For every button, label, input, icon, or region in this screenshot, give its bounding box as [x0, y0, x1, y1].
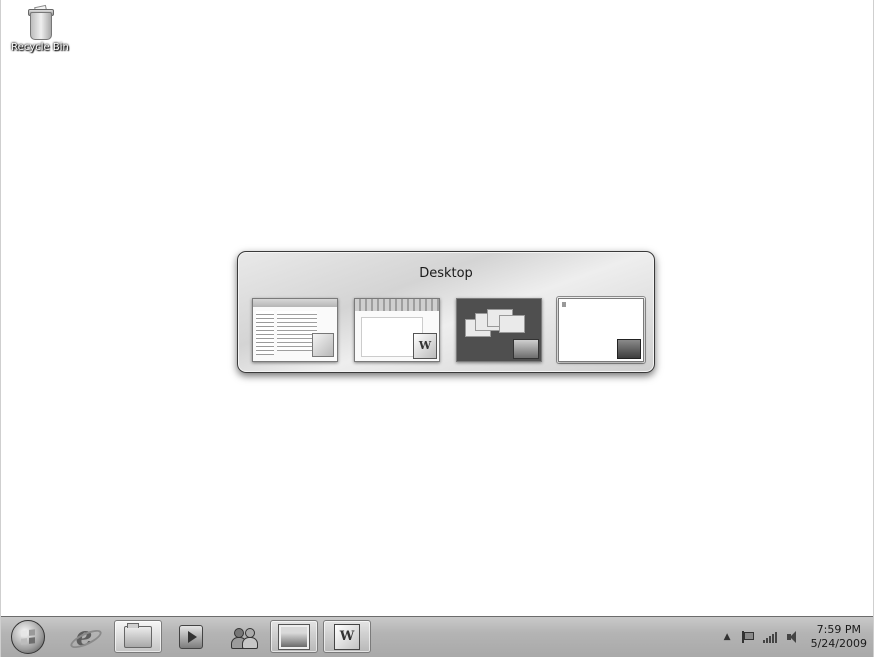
- word-window-icon: W: [354, 298, 440, 362]
- switcher-item-desktop[interactable]: [556, 296, 646, 364]
- switcher-item-explorer[interactable]: [250, 296, 340, 364]
- recycle-bin-icon: [26, 4, 54, 40]
- folder-icon: [124, 622, 152, 648]
- alt-tab-switcher: Desktop W: [237, 251, 655, 373]
- taskbar-button-word[interactable]: W: [323, 620, 371, 653]
- desktop-icon-label: Recycle Bin: [11, 42, 69, 53]
- photo-icon: [278, 623, 310, 650]
- taskbar-button-photo-gallery[interactable]: [270, 620, 318, 653]
- taskbar-button-media-player[interactable]: [167, 620, 215, 653]
- system-tray: ▲ 7:59 PM 5/24/2009: [724, 617, 867, 657]
- desktop-icon: [558, 298, 644, 362]
- clock-time: 7:59 PM: [816, 623, 861, 636]
- taskbar-button-internet-explorer[interactable]: e: [60, 620, 108, 653]
- show-hidden-icons-icon[interactable]: ▲: [724, 632, 731, 642]
- desktop[interactable]: Recycle Bin Desktop W e W ▲ 7:59 PM 5/24…: [0, 0, 874, 657]
- explorer-window-icon: [252, 298, 338, 362]
- clock-date: 5/24/2009: [810, 637, 867, 650]
- switcher-title: Desktop: [419, 266, 473, 281]
- people-icon: [231, 626, 258, 649]
- windows-logo-icon: [21, 629, 35, 645]
- clock[interactable]: 7:59 PM 5/24/2009: [811, 623, 867, 651]
- switcher-item-flip[interactable]: [454, 296, 544, 364]
- taskbar-button-messenger[interactable]: [220, 620, 268, 653]
- network-signal-icon[interactable]: [762, 631, 777, 643]
- start-button[interactable]: [11, 620, 45, 654]
- switcher-item-word[interactable]: W: [352, 296, 442, 364]
- taskbar-button-windows-explorer[interactable]: [114, 620, 162, 653]
- word-icon: W: [334, 623, 360, 650]
- media-player-icon: [179, 624, 203, 649]
- taskbar: e W ▲ 7:59 PM 5/24/2009: [1, 616, 873, 657]
- volume-icon[interactable]: [786, 631, 801, 643]
- switcher-thumbnails: W: [250, 296, 646, 364]
- desktop-icon-recycle-bin[interactable]: Recycle Bin: [9, 4, 71, 53]
- flip-window-icon: [456, 298, 542, 362]
- internet-explorer-icon: e: [72, 624, 96, 650]
- action-center-flag-icon[interactable]: [741, 631, 754, 643]
